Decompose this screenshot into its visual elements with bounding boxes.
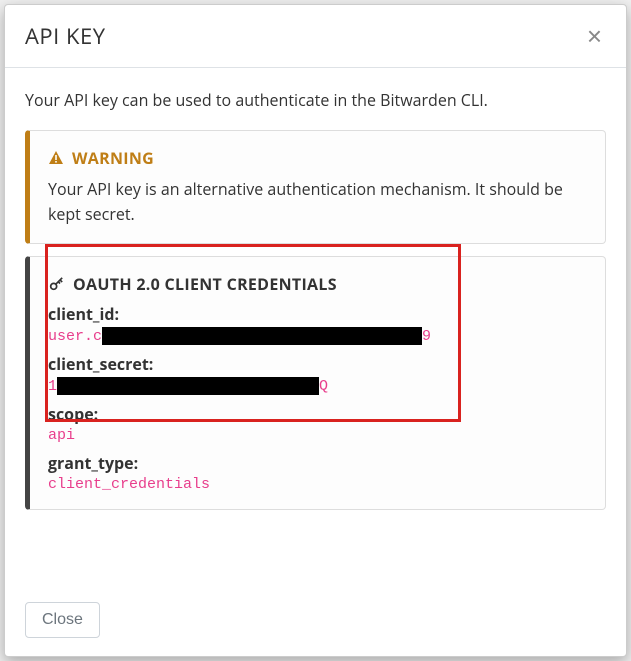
credentials-heading-text: OAUTH 2.0 CLIENT CREDENTIALS (73, 273, 337, 295)
api-key-description: Your API key can be used to authenticate… (25, 88, 606, 112)
modal-header: API KEY × (5, 5, 626, 68)
api-key-modal: API KEY × Your API key can be used to au… (4, 4, 627, 657)
modal-title: API KEY (25, 21, 106, 51)
credentials-callout: OAUTH 2.0 CLIENT CREDENTIALS client_id: … (25, 256, 606, 510)
client-id-value: user.c9 (48, 327, 587, 345)
warning-icon (48, 150, 64, 166)
client-id-label: client_id: (48, 303, 587, 325)
scope-value: api (48, 427, 587, 444)
client-secret-value: 1Q (48, 377, 587, 395)
modal-footer: Close (5, 588, 626, 656)
credentials-heading: OAUTH 2.0 CLIENT CREDENTIALS (48, 273, 587, 295)
warning-heading-text: WARNING (72, 147, 154, 169)
client-secret-label: client_secret: (48, 353, 587, 375)
close-button[interactable]: Close (25, 602, 100, 638)
warning-body: Your API key is an alternative authentic… (48, 177, 587, 227)
redacted-block (102, 327, 422, 345)
key-icon (48, 275, 65, 292)
scope-label: scope: (48, 403, 587, 425)
modal-body: Your API key can be used to authenticate… (5, 68, 626, 588)
grant-type-value: client_credentials (48, 476, 587, 493)
warning-heading: WARNING (48, 147, 587, 169)
redacted-block (57, 377, 319, 395)
close-icon-button[interactable]: × (583, 23, 606, 49)
warning-callout: WARNING Your API key is an alternative a… (25, 130, 606, 244)
grant-type-label: grant_type: (48, 452, 587, 474)
